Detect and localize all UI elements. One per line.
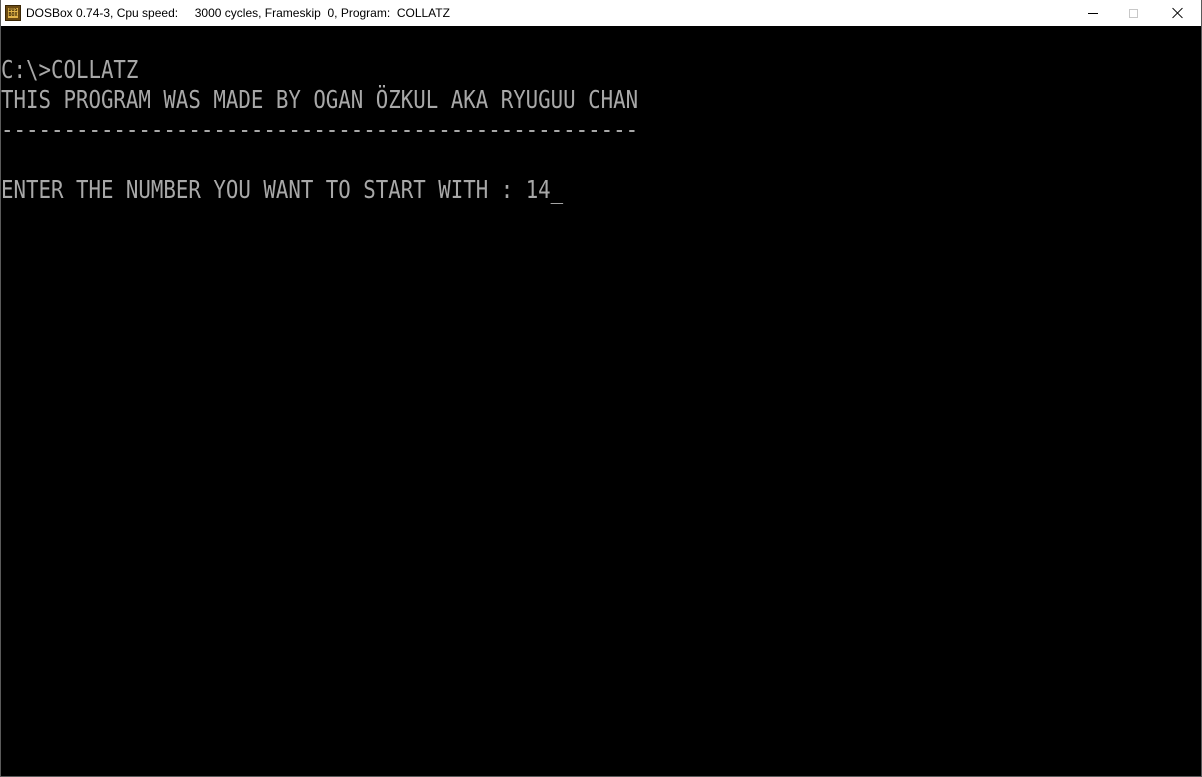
separator-line: ----------------------------------------… — [1, 115, 639, 144]
dosbox-icon-label: DOS BOX — [8, 8, 18, 18]
credit-line: THIS PROGRAM WAS MADE BY OGAN ÖZKUL AKA … — [1, 85, 639, 114]
dos-console-screen[interactable]: C:\>COLLATZ THIS PROGRAM WAS MADE BY OGA… — [1, 26, 1201, 776]
close-icon — [1172, 7, 1184, 19]
minimize-icon — [1088, 12, 1098, 14]
close-button[interactable] — [1155, 0, 1201, 26]
window-title: DOSBox 0.74-3, Cpu speed: 3000 cycles, F… — [26, 6, 450, 20]
dosbox-icon[interactable]: DOS BOX — [5, 5, 21, 21]
maximize-icon — [1128, 8, 1138, 18]
maximize-button[interactable] — [1110, 0, 1156, 26]
command-line: C:\>COLLATZ — [1, 55, 139, 84]
text-cursor: _ — [550, 175, 564, 204]
input-prompt-line[interactable]: ENTER THE NUMBER YOU WANT TO START WITH … — [1, 175, 563, 205]
dosbox-window: DOS BOX DOSBox 0.74-3, Cpu speed: 3000 c… — [0, 0, 1202, 777]
title-bar[interactable]: DOS BOX DOSBox 0.74-3, Cpu speed: 3000 c… — [1, 0, 1201, 26]
input-value[interactable]: 14 — [526, 175, 551, 204]
prompt-text: ENTER THE NUMBER YOU WANT TO START WITH … — [1, 175, 526, 204]
